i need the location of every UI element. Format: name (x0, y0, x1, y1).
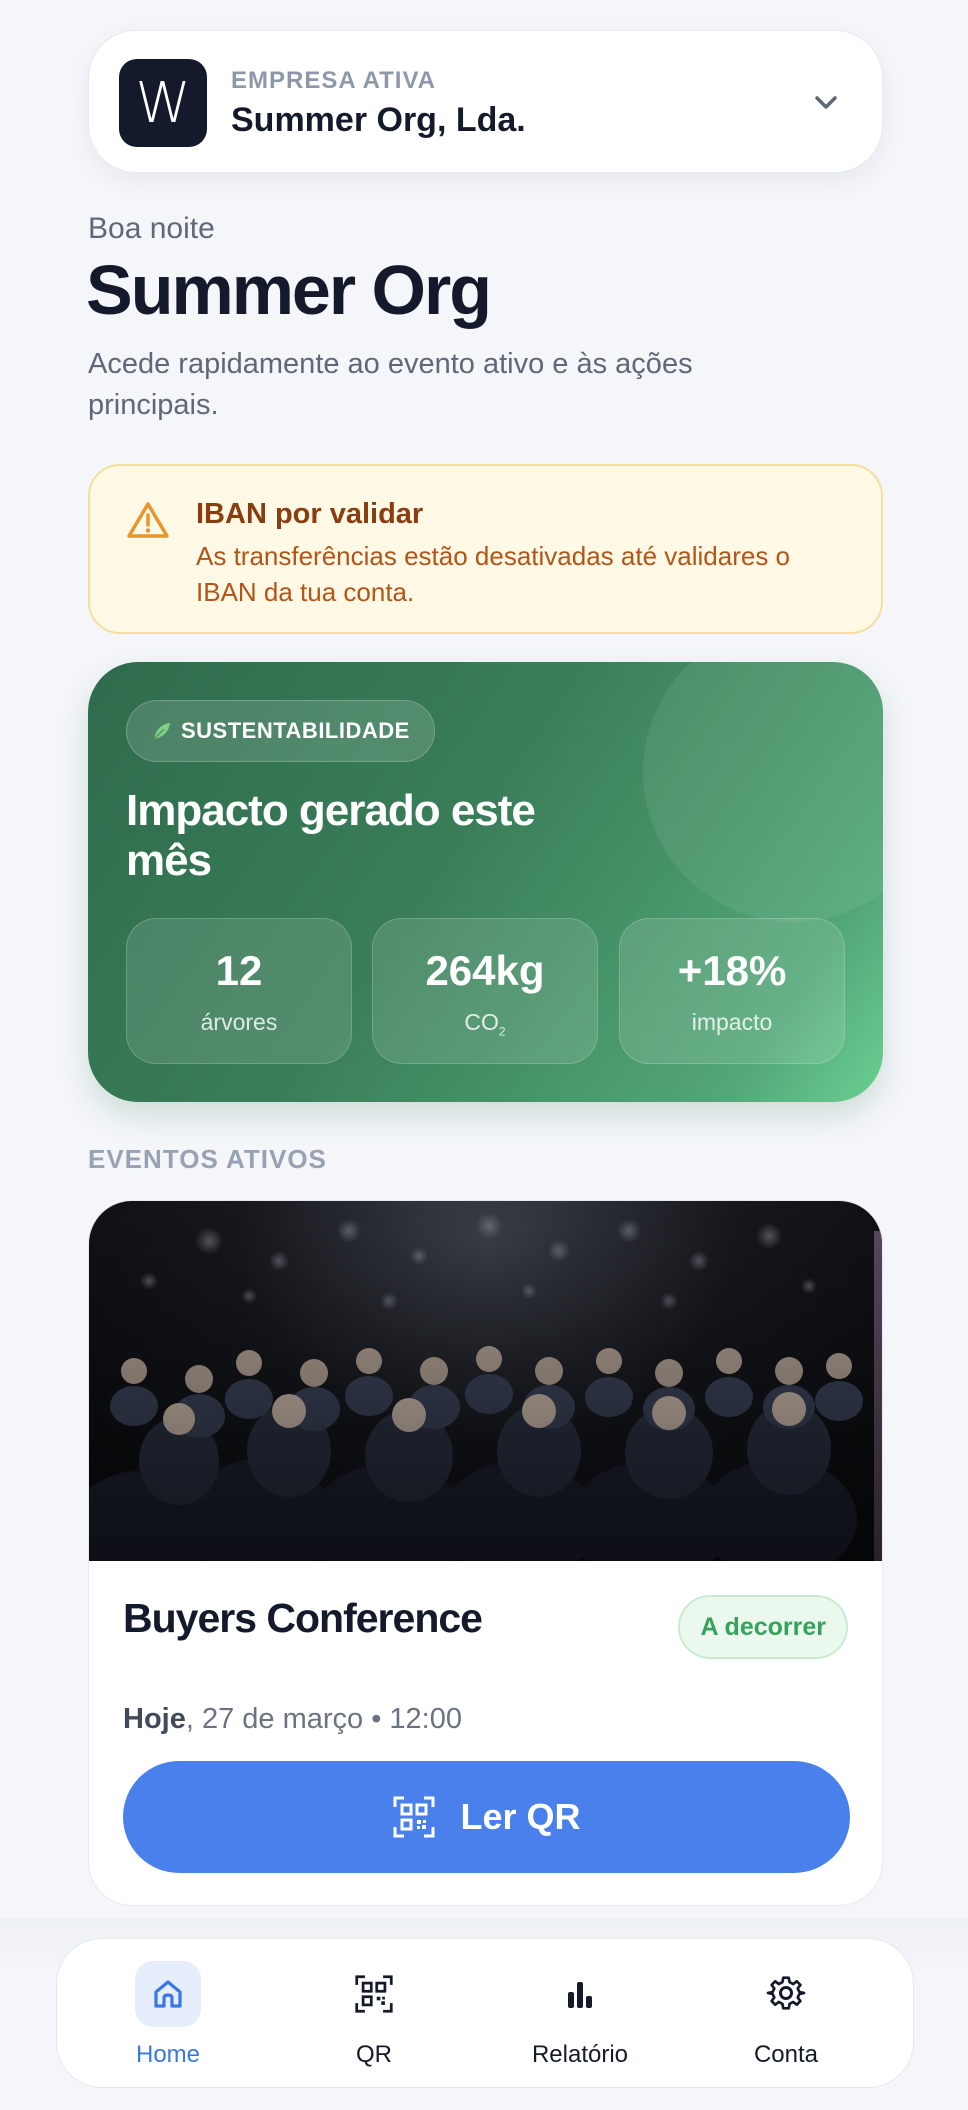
warning-title: IBAN por validar (196, 498, 424, 530)
gear-icon (753, 1961, 819, 2027)
scan-qr-button[interactable]: Ler QR (123, 1761, 850, 1873)
warning-text: As transferências estão desativadas até … (196, 541, 791, 607)
warning-icon (127, 502, 169, 538)
qr-scan-icon (393, 1796, 435, 1838)
decorative-circle (643, 662, 883, 922)
sustainability-badge-label: SUSTENTABILIDADE (181, 718, 410, 743)
page-subtitle: Acede rapidamente ao evento ativo e às a… (88, 348, 693, 421)
scan-qr-label: Ler QR (460, 1796, 581, 1837)
nav-label: Home (135, 2041, 201, 2068)
event-date: Hoje, 27 de março • 12:00 (123, 1703, 462, 1735)
event-status-badge: A decorrer (678, 1595, 848, 1659)
org-kicker: EMPRESA ATIVA (231, 67, 437, 94)
stat-co2: 264kg CO2 (372, 918, 598, 1064)
org-selector[interactable]: W EMPRESA ATIVA Summer Org, Lda. (88, 30, 883, 173)
stat-label: árvores (200, 1009, 278, 1035)
bottom-nav: Home QR Relatório Conta (56, 1938, 914, 2088)
audience-illustration (89, 1201, 882, 1561)
stat-value: +18% (677, 947, 787, 994)
greeting: Boa noite (88, 212, 215, 245)
stat-value: 12 (215, 947, 263, 994)
event-photo (89, 1201, 882, 1561)
stat-trees: 12 árvores (126, 918, 352, 1064)
stat-label: impacto (691, 1009, 773, 1035)
leaf-icon (153, 723, 170, 740)
bar-chart-icon (547, 1961, 613, 2027)
section-label-active-events: EVENTOS ATIVOS (88, 1144, 327, 1174)
nav-item-account[interactable]: Conta (721, 1961, 851, 2071)
page-title: Summer Org (86, 251, 492, 329)
org-logo: W (119, 59, 207, 147)
stat-value: 264kg (425, 947, 545, 994)
nav-item-qr[interactable]: QR (309, 1961, 439, 2071)
qr-icon (341, 1961, 407, 2027)
sustainability-card: SUSTENTABILIDADE Impacto gerado este mês… (88, 662, 883, 1102)
sustainability-title: Impacto gerado este mês (126, 786, 536, 885)
event-title: Buyers Conference (123, 1595, 483, 1641)
chevron-down-icon[interactable] (806, 83, 846, 123)
event-card[interactable]: Buyers Conference A decorrer Hoje, 27 de… (88, 1200, 883, 1906)
stat-impact: +18% impacto (619, 918, 845, 1064)
home-icon (135, 1961, 201, 2027)
stat-label: CO2 (464, 1009, 506, 1039)
org-name: Summer Org, Lda. (231, 101, 526, 139)
nav-label: Relatório (531, 2041, 629, 2068)
nav-label: Conta (753, 2041, 819, 2068)
nav-item-report[interactable]: Relatório (515, 1961, 645, 2071)
sustainability-badge: SUSTENTABILIDADE (126, 700, 435, 762)
nav-item-home[interactable]: Home (103, 1961, 233, 2071)
iban-warning-banner[interactable]: IBAN por validar As transferências estão… (88, 464, 883, 634)
nav-label: QR (356, 2041, 392, 2068)
